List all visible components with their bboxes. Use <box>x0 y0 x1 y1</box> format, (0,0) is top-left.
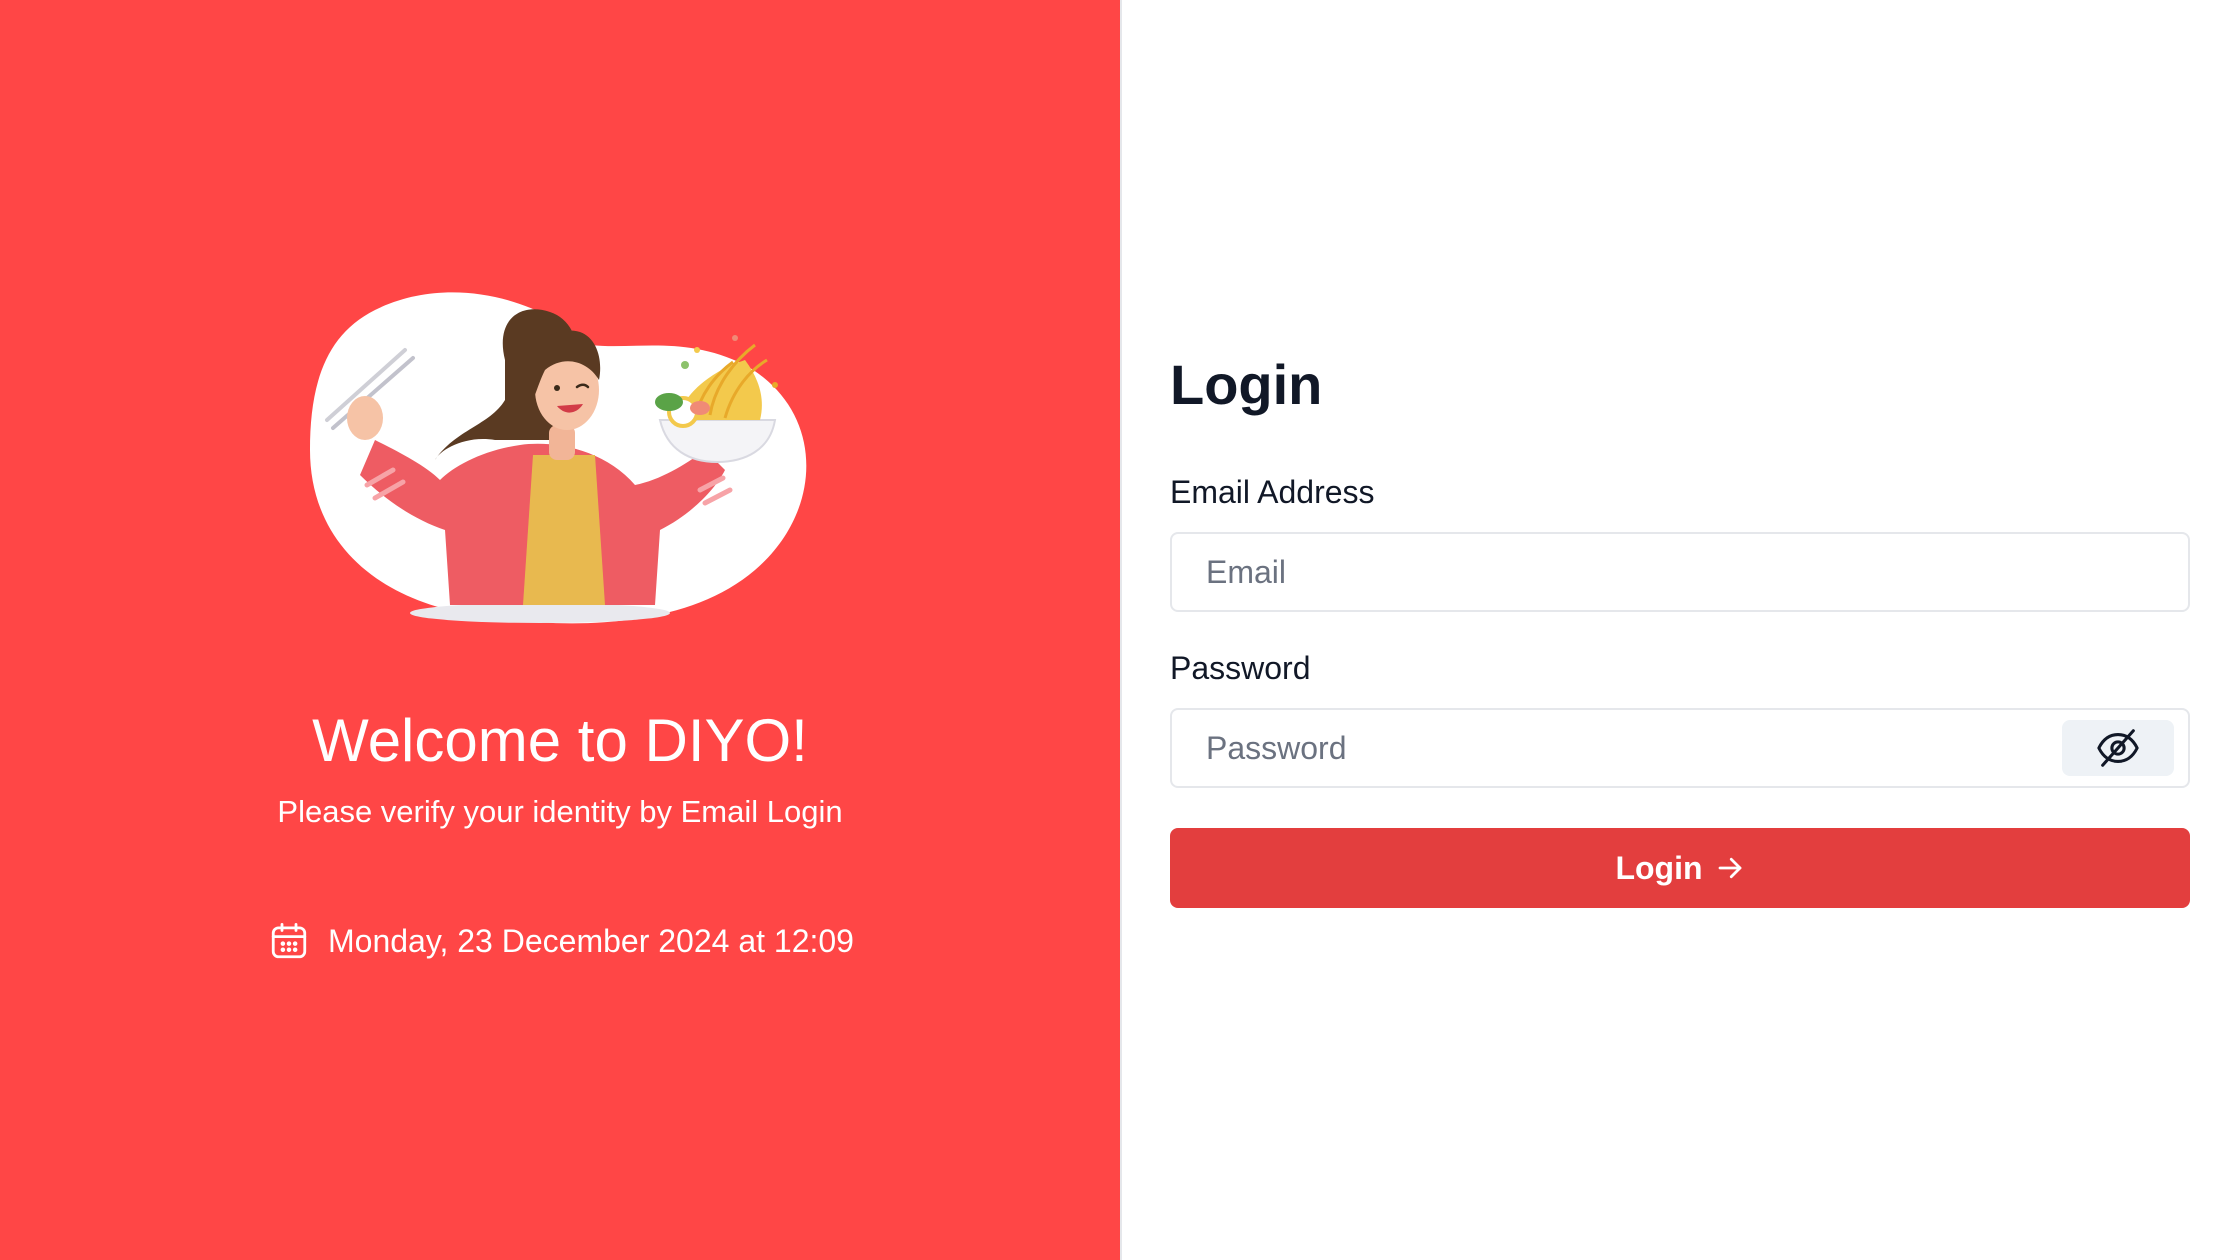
calendar-icon <box>271 922 307 959</box>
email-field-wrapper <box>1170 532 2190 612</box>
login-button-label: Login <box>1615 849 1703 886</box>
welcome-title: Welcome to DIYO! <box>312 707 808 774</box>
login-page: Welcome to DIYO! Please verify your iden… <box>0 0 2240 1260</box>
welcome-subtitle: Please verify your identity by Email Log… <box>277 794 843 829</box>
login-panel: Login Email Address Password Login <box>1120 0 2240 1260</box>
hero-illustration <box>310 292 807 624</box>
login-title: Login <box>1170 353 1323 416</box>
datetime-text: Monday, 23 December 2024 at 12:09 <box>328 923 854 959</box>
password-label: Password <box>1170 650 1311 686</box>
datetime-row: Monday, 23 December 2024 at 12:09 <box>268 918 854 964</box>
password-input[interactable] <box>1204 709 2062 787</box>
email-input[interactable] <box>1204 533 2188 611</box>
password-field-wrapper <box>1170 708 2190 788</box>
login-button[interactable]: Login <box>1170 828 2190 908</box>
email-label: Email Address <box>1170 474 1375 510</box>
eye-off-icon <box>2097 729 2139 767</box>
welcome-panel: Welcome to DIYO! Please verify your iden… <box>0 0 1120 1260</box>
arrow-right-icon <box>1718 857 1741 879</box>
password-visibility-toggle[interactable] <box>2062 720 2174 776</box>
